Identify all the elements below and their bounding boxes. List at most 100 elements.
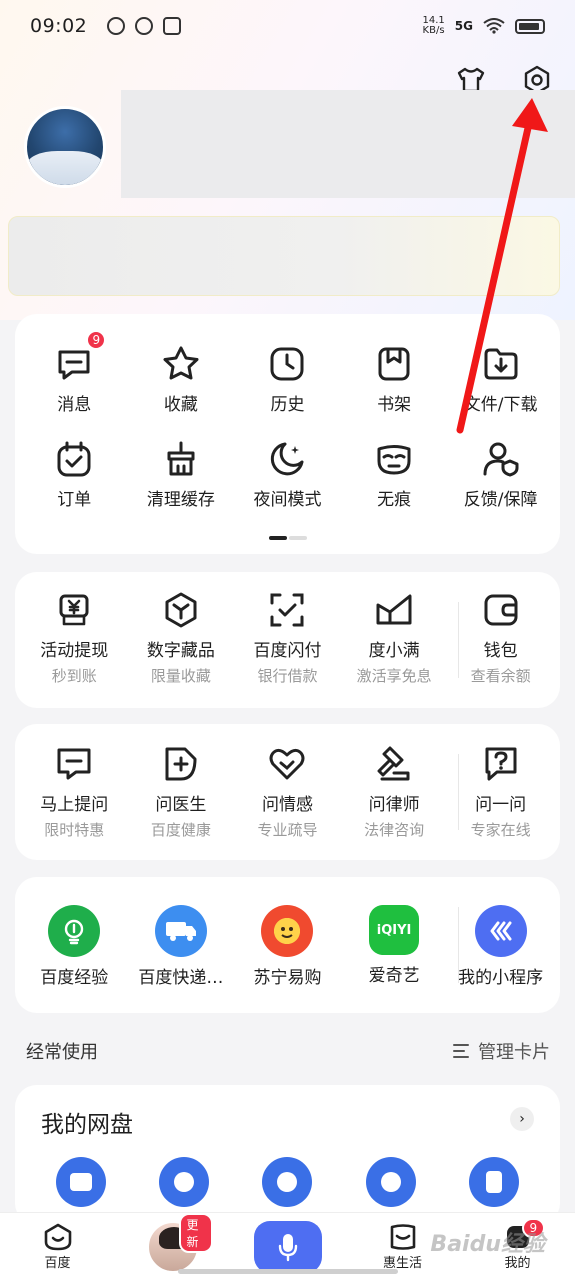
app-notify-icon xyxy=(163,17,182,35)
menu-item-incognito[interactable]: 无痕 xyxy=(341,439,448,510)
iqiyi-icon: iQIYI xyxy=(369,905,420,955)
menu-item-night-mode[interactable]: 夜间模式 xyxy=(234,439,341,510)
app-label: 百度快递… xyxy=(138,968,224,988)
download-icon xyxy=(481,344,521,384)
app-label: 百度经验 xyxy=(40,968,109,988)
manage-cards-button[interactable]: 管理卡片 xyxy=(452,1038,550,1064)
battery-icon xyxy=(515,18,545,34)
calendar-icon xyxy=(54,439,94,479)
voice-search-button[interactable] xyxy=(253,1220,322,1273)
app-baidu-jingyan[interactable]: 百度经验 xyxy=(21,905,128,988)
question-bubble-icon xyxy=(54,744,94,784)
menu-item-history[interactable]: 历史 xyxy=(234,344,341,415)
net-speed-unit: KB/s xyxy=(422,25,445,36)
home-icon xyxy=(44,1223,71,1251)
promo-banner-redacted[interactable] xyxy=(8,216,560,296)
mini-program-icon xyxy=(474,905,527,957)
medical-icon xyxy=(161,744,201,784)
app-label: 苏宁易购 xyxy=(253,968,322,988)
consult-item-label: 马上提问 xyxy=(40,795,109,815)
consult-item-ask[interactable]: 问一问 专家在线 xyxy=(447,744,554,840)
duxiaoman-icon xyxy=(374,590,414,630)
status-bar: 09:02 14.1 KB/s 5G xyxy=(0,0,575,52)
netdisk-device-icon[interactable] xyxy=(469,1157,520,1207)
frequent-section-header: 经常使用 管理卡片 xyxy=(26,1038,550,1064)
consult-item-sub: 专业疏导 xyxy=(257,821,318,839)
netdisk-video-icon[interactable] xyxy=(159,1157,210,1207)
menu-item-label: 无痕 xyxy=(377,490,412,510)
net-speed: 14.1 KB/s xyxy=(423,16,445,36)
finance-item-duxiaoman[interactable]: 度小满 激活享免息 xyxy=(341,590,448,686)
star-icon xyxy=(161,344,201,384)
broom-icon xyxy=(161,439,201,479)
consult-item-label: 问情感 xyxy=(261,795,313,815)
netdisk-transfer-icon[interactable] xyxy=(262,1157,313,1207)
menu-item-downloads[interactable]: 文件/下载 xyxy=(447,344,554,415)
menu-item-clear-cache[interactable]: 清理缓存 xyxy=(128,439,235,510)
app-iqiyi[interactable]: iQIYI 爱奇艺 xyxy=(341,905,448,988)
finance-item-digital-collectibles[interactable]: 数字藏品 限量收藏 xyxy=(128,590,235,686)
app-suning[interactable]: 苏宁易购 xyxy=(234,905,341,988)
k-icon xyxy=(135,17,154,35)
consult-item-emotion[interactable]: 问情感 专业疏导 xyxy=(234,744,341,840)
menu-item-label: 清理缓存 xyxy=(146,490,215,510)
finance-item-withdraw[interactable]: 活动提现 秒到账 xyxy=(21,590,128,686)
nav-voice[interactable] xyxy=(248,1220,328,1273)
consult-item-doctor[interactable]: 问医生 百度健康 xyxy=(128,744,235,840)
watermark-text: Baidu经验 xyxy=(430,1232,545,1257)
finance-item-baidu-pay[interactable]: 百度闪付 银行借款 xyxy=(234,590,341,686)
app-mini-program[interactable]: 我的小程序 xyxy=(447,905,554,988)
consult-item-sub: 法律咨询 xyxy=(364,821,425,839)
app-label: 爱奇艺 xyxy=(368,966,420,986)
app-baidu-express[interactable]: 百度快递… xyxy=(128,905,235,988)
menu-item-messages[interactable]: 9 消息 xyxy=(21,330,128,415)
user-avatar[interactable] xyxy=(24,106,106,188)
globe-icon xyxy=(107,17,126,35)
chevron-right-icon[interactable]: › xyxy=(510,1107,534,1131)
frequent-title: 经常使用 xyxy=(26,1042,98,1063)
nav-home[interactable]: 百度 xyxy=(18,1222,98,1271)
cash-icon xyxy=(54,590,94,630)
menu-item-orders[interactable]: 订单 xyxy=(21,439,128,510)
status-right: 14.1 KB/s 5G xyxy=(423,16,545,36)
clock-icon xyxy=(267,344,307,384)
finance-item-sub: 银行借款 xyxy=(257,667,318,685)
list-icon xyxy=(453,1044,469,1058)
baidu-express-icon xyxy=(154,905,207,957)
mask-icon xyxy=(374,439,414,479)
menu-item-bookshelf[interactable]: 书架 xyxy=(341,344,448,415)
wifi-icon xyxy=(483,18,505,34)
consult-item-lawyer[interactable]: 问律师 法律咨询 xyxy=(341,744,448,840)
netdisk-folder-icon[interactable] xyxy=(55,1157,106,1207)
consult-card: 马上提问 限时特惠 问医生 百度健康 问情感 专业疏导 问律师 法律咨询 问一问… xyxy=(15,724,560,860)
menu-item-label: 历史 xyxy=(270,395,305,415)
iqiyi-logo-text: iQIYI xyxy=(376,922,412,938)
menu-item-label: 书架 xyxy=(377,395,412,415)
status-time: 09:02 xyxy=(30,15,88,37)
netdisk-recent-icon[interactable] xyxy=(365,1157,416,1207)
heart-icon xyxy=(267,744,307,784)
menu-grid-card: 9 消息 收藏 历史 书架 文件/下载 订单 清理缓存 夜间模式 无痕 反馈/保… xyxy=(15,314,560,554)
consult-item-ask-now[interactable]: 马上提问 限时特惠 xyxy=(21,744,128,840)
page-indicator xyxy=(268,536,307,540)
consult-item-label: 问一问 xyxy=(475,795,527,815)
finance-item-wallet[interactable]: 钱包 查看余额 xyxy=(447,590,554,686)
cube-icon xyxy=(161,590,201,630)
wallet-icon xyxy=(481,590,521,630)
consult-item-sub: 百度健康 xyxy=(150,821,211,839)
menu-item-feedback[interactable]: 反馈/保障 xyxy=(447,439,554,510)
nav-feed[interactable]: 更新 xyxy=(133,1212,213,1273)
netdisk-title: 我的网盘 xyxy=(41,1112,133,1138)
finance-item-sub: 限量收藏 xyxy=(150,667,211,685)
gavel-icon xyxy=(374,744,414,784)
profile-info-redacted xyxy=(121,90,575,198)
baidu-jingyan-icon xyxy=(48,905,101,957)
microphone-icon xyxy=(278,1233,297,1261)
menu-item-label: 订单 xyxy=(57,490,92,510)
menu-item-favorites[interactable]: 收藏 xyxy=(128,344,235,415)
menu-item-label: 消息 xyxy=(57,395,92,415)
finance-item-label: 数字藏品 xyxy=(146,641,215,661)
finance-item-sub: 激活享免息 xyxy=(356,667,432,685)
menu-item-label: 文件/下载 xyxy=(463,395,538,415)
consult-item-label: 问医生 xyxy=(155,795,207,815)
